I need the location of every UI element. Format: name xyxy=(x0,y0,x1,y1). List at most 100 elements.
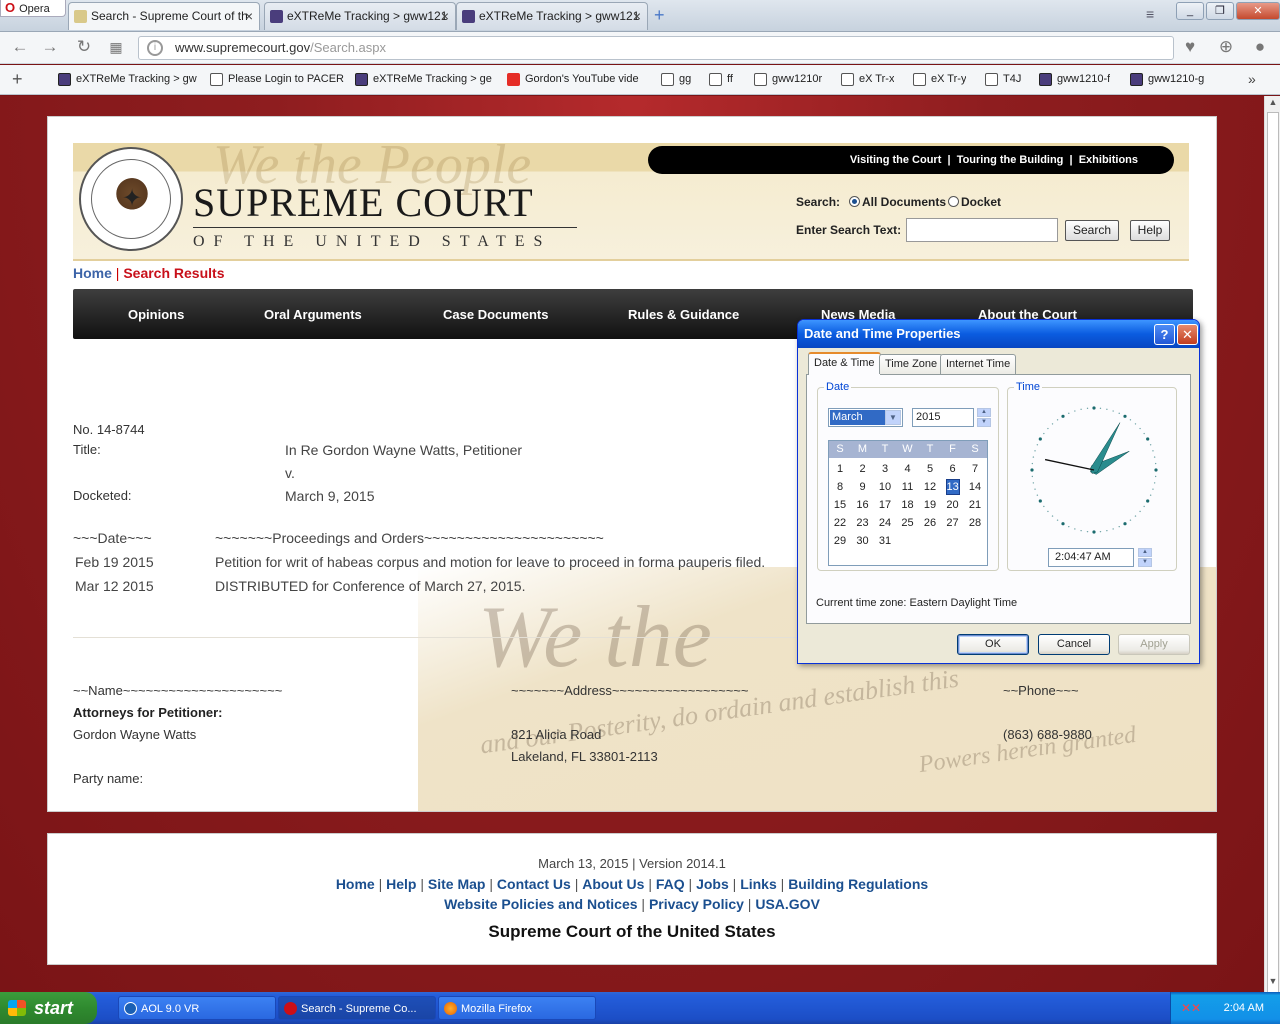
tab-extreme-1[interactable]: eXTReMe Tracking > gww121 × xyxy=(264,2,456,30)
reload-icon[interactable]: ↻ xyxy=(74,37,94,57)
start-button[interactable]: start xyxy=(0,992,97,1024)
restore-icon[interactable]: ❐ xyxy=(1206,2,1234,20)
help-icon[interactable]: ? xyxy=(1154,324,1175,345)
bookmark-item[interactable]: gww1210-f xyxy=(1039,73,1110,89)
forward-icon[interactable]: → xyxy=(40,37,60,57)
footer-link[interactable]: Building Regulations xyxy=(788,876,928,892)
address-bar[interactable]: i www.supremecourt.gov/Search.aspx xyxy=(138,36,1174,60)
nav-oral-arguments[interactable]: Oral Arguments xyxy=(264,307,362,322)
site-subtitle[interactable]: OF THE UNITED STATES xyxy=(193,233,551,251)
bookmark-item[interactable]: Please Login to PACER xyxy=(210,73,350,89)
calendar-day[interactable]: 2 xyxy=(852,461,874,477)
info-icon[interactable]: i xyxy=(147,40,163,56)
bookmarks-overflow-icon[interactable]: » xyxy=(1248,71,1256,87)
tab-date-time[interactable]: Date & Time xyxy=(808,352,881,375)
calendar-day[interactable]: 26 xyxy=(919,515,941,531)
apply-button[interactable]: Apply xyxy=(1118,634,1190,655)
calendar-day[interactable]: 14 xyxy=(964,479,986,495)
download-icon[interactable]: ⊕ xyxy=(1216,37,1236,57)
time-up-icon[interactable]: ▲ xyxy=(1138,548,1152,557)
calendar-day[interactable]: 27 xyxy=(942,515,964,531)
dialog-title-bar[interactable]: Date and Time Properties xyxy=(798,320,1199,348)
calendar-day[interactable]: 17 xyxy=(874,497,896,513)
calendar-day[interactable]: 24 xyxy=(874,515,896,531)
calendar-day[interactable]: 6 xyxy=(942,461,964,477)
close-tab-icon[interactable]: × xyxy=(633,3,641,29)
calendar-day[interactable]: 3 xyxy=(874,461,896,477)
calendar-day[interactable]: 4 xyxy=(897,461,919,477)
footer-link[interactable]: Jobs xyxy=(696,876,729,892)
calendar-day[interactable]: 16 xyxy=(852,497,874,513)
calendar-day[interactable]: 1 xyxy=(829,461,851,477)
tab-internet-time[interactable]: Internet Time xyxy=(940,354,1017,374)
footer-link[interactable]: FAQ xyxy=(656,876,685,892)
bookmark-item[interactable]: T4J xyxy=(985,73,1021,89)
opera-menu-button[interactable]: O Opera xyxy=(0,0,66,17)
court-seal-icon[interactable]: ✦ xyxy=(79,147,183,251)
page-scrollbar[interactable]: ▲ ▼ xyxy=(1264,96,1280,1024)
bookmark-item[interactable]: eXTReMe Tracking > gw xyxy=(58,73,198,89)
footer-link[interactable]: Help xyxy=(386,876,416,892)
tab-menu-icon[interactable]: ≡ xyxy=(1146,6,1154,22)
calendar-day[interactable]: 22 xyxy=(829,515,851,531)
calendar-day[interactable]: 23 xyxy=(852,515,874,531)
add-bookmark-icon[interactable]: + xyxy=(12,70,23,88)
breadcrumb-current[interactable]: Search Results xyxy=(123,265,224,281)
radio-docket[interactable] xyxy=(948,196,960,207)
nav-case-documents[interactable]: Case Documents xyxy=(443,307,548,322)
scroll-thumb[interactable] xyxy=(1267,112,1279,1024)
footer-link[interactable]: Home xyxy=(336,876,375,892)
search-button[interactable]: Search xyxy=(1065,220,1119,241)
help-button[interactable]: Help xyxy=(1130,220,1170,241)
breadcrumb-home[interactable]: Home xyxy=(73,265,112,281)
calendar-day[interactable]: 7 xyxy=(964,461,986,477)
calendar-day[interactable]: 19 xyxy=(919,497,941,513)
radio-all-documents[interactable] xyxy=(849,196,860,207)
calendar-day[interactable]: 8 xyxy=(829,479,851,495)
scroll-down-icon[interactable]: ▼ xyxy=(1267,976,1279,990)
network-disconnected-icon[interactable]: ✕✕ xyxy=(1181,992,1201,1024)
calendar-day[interactable]: 5 xyxy=(919,461,941,477)
year-up-icon[interactable]: ▲ xyxy=(977,408,991,417)
calendar-day[interactable]: 12 xyxy=(919,479,941,495)
time-down-icon[interactable]: ▼ xyxy=(1138,558,1152,567)
nav-rules-guidance[interactable]: Rules & Guidance xyxy=(628,307,739,322)
calendar-day[interactable]: 28 xyxy=(964,515,986,531)
taskbar-item-aol[interactable]: AOL 9.0 VR xyxy=(118,996,276,1020)
year-input[interactable]: 2015 xyxy=(912,408,974,427)
bookmark-item[interactable]: gww1210r xyxy=(754,73,822,89)
footer-link[interactable]: Website Policies and Notices xyxy=(444,896,637,912)
bookmark-item[interactable]: Gordon's YouTube vide xyxy=(507,73,647,89)
calendar-day[interactable]: 11 xyxy=(897,479,919,495)
nav-opinions[interactable]: Opinions xyxy=(128,307,184,322)
bookmark-item[interactable]: eX Tr-x xyxy=(841,73,894,89)
scroll-up-icon[interactable]: ▲ xyxy=(1267,97,1279,111)
heart-icon[interactable]: ♥ xyxy=(1180,37,1200,57)
calendar-day[interactable]: 25 xyxy=(897,515,919,531)
tab-extreme-2[interactable]: eXTReMe Tracking > gww121 × xyxy=(456,2,648,30)
calendar-day[interactable]: 30 xyxy=(852,533,874,549)
new-tab-icon[interactable]: + xyxy=(654,6,665,24)
bookmark-item[interactable]: eX Tr-y xyxy=(913,73,966,89)
ok-button[interactable]: OK xyxy=(957,634,1029,655)
footer-link[interactable]: About Us xyxy=(582,876,644,892)
calendar-day[interactable]: 29 xyxy=(829,533,851,549)
link-exhibitions[interactable]: Exhibitions xyxy=(1079,154,1138,166)
calendar-day[interactable]: 9 xyxy=(852,479,874,495)
bookmark-item[interactable]: gg xyxy=(661,73,691,89)
chevron-down-icon[interactable]: ▼ xyxy=(885,410,901,425)
back-icon[interactable]: ← xyxy=(10,37,30,57)
calendar-day[interactable]: 21 xyxy=(964,497,986,513)
tab-time-zone[interactable]: Time Zone xyxy=(879,354,944,374)
month-select[interactable]: March ▼ xyxy=(828,408,903,427)
calendar-day[interactable]: 15 xyxy=(829,497,851,513)
footer-link[interactable]: Contact Us xyxy=(497,876,571,892)
footer-link[interactable]: Site Map xyxy=(428,876,486,892)
bookmark-item[interactable]: eXTReMe Tracking > ge xyxy=(355,73,495,89)
footer-link[interactable]: Links xyxy=(740,876,777,892)
cancel-button[interactable]: Cancel xyxy=(1038,634,1110,655)
time-input[interactable]: 2:04:47 AM xyxy=(1048,548,1134,567)
calendar-day[interactable]: 31 xyxy=(874,533,896,549)
footer-link[interactable]: USA.GOV xyxy=(755,896,820,912)
link-visiting-court[interactable]: Visiting the Court xyxy=(850,154,941,166)
